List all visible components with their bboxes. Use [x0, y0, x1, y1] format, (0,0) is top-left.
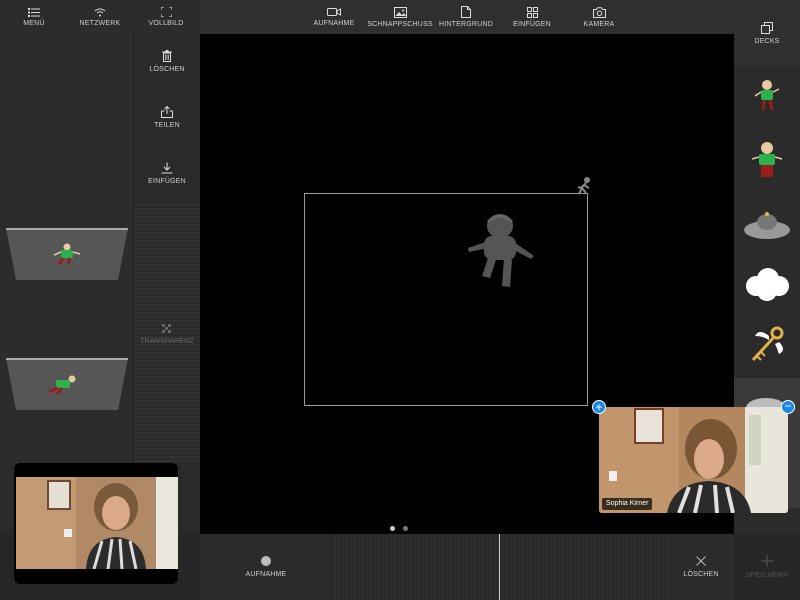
download-icon	[161, 162, 173, 174]
save-button[interactable]: SPEICHERN	[734, 534, 800, 600]
record-bottom-label: AUFNAHME	[245, 571, 287, 578]
camera-label: KAMERA	[583, 20, 615, 28]
timeline-playhead[interactable]	[499, 534, 500, 600]
character-sprite	[751, 142, 783, 177]
insert-left-button[interactable]: EINFÜGEN	[134, 162, 200, 185]
scene-thumbnail[interactable]	[6, 358, 128, 410]
grid-icon	[526, 6, 538, 18]
save-label: SPEICHERN	[745, 572, 789, 579]
transparency-button[interactable]: TRANSPARENZ	[134, 324, 200, 345]
delete-button[interactable]: LÖSCHEN	[134, 50, 200, 73]
ufo-sprite	[744, 212, 790, 239]
camera-button[interactable]: KAMERA	[576, 0, 622, 34]
stage-frame[interactable]	[304, 193, 588, 406]
transparency-label: TRANSPARENZ	[140, 338, 194, 345]
delete-bottom-label: LÖSCHEN	[683, 571, 719, 578]
decks-icon	[761, 21, 773, 34]
checker-icon	[162, 324, 171, 333]
trash-icon	[162, 50, 172, 62]
cloud-sprite	[746, 268, 789, 301]
deck-item-character-1[interactable]	[738, 72, 796, 120]
share-label: TEILEN	[154, 122, 180, 129]
snapshot-button[interactable]: SCHNAPPSCHUSS	[366, 0, 434, 34]
expand-video-button[interactable]: +	[592, 400, 606, 414]
remote-video[interactable]: Sophia Kirner	[599, 407, 788, 513]
document-icon	[461, 6, 471, 18]
share-icon	[161, 106, 173, 118]
participant-name: Sophia Kirner	[602, 498, 653, 510]
record-toolbar-label: AUFNAHME	[313, 20, 355, 27]
camera-icon	[592, 6, 606, 18]
deck-item-ufo[interactable]	[738, 200, 796, 248]
page-dot-active[interactable]	[390, 526, 395, 531]
self-video-image	[16, 477, 178, 569]
insert-toolbar-button[interactable]: EINFÜGEN	[508, 0, 556, 34]
wifi-icon	[94, 8, 106, 16]
figure-icon[interactable]	[574, 176, 594, 196]
fullscreen-icon	[160, 7, 172, 17]
deck-item-character-2[interactable]	[738, 136, 796, 184]
scene-thumbnail-image	[6, 228, 128, 280]
decks-label: DECKS	[754, 37, 780, 45]
delete-label: LÖSCHEN	[149, 66, 185, 73]
plus-icon: +	[595, 400, 603, 414]
menu-button[interactable]: MENÜ	[8, 0, 60, 34]
share-button[interactable]: TEILEN	[134, 106, 200, 129]
close-x-icon	[696, 556, 706, 566]
scene-thumbnail-image	[6, 358, 128, 410]
fullscreen-button[interactable]: VOLLBILD	[140, 0, 192, 34]
menu-label: MENÜ	[23, 19, 45, 27]
page-dot[interactable]	[403, 526, 408, 531]
record-dot-icon	[261, 556, 271, 566]
plus-icon	[761, 555, 773, 567]
background-button[interactable]: HINTERGRUND	[438, 0, 494, 34]
fullscreen-label: VOLLBILD	[148, 20, 184, 27]
record-toolbar-button[interactable]: AUFNAHME	[306, 0, 362, 34]
insert-toolbar-label: EINFÜGEN	[513, 20, 551, 28]
insert-left-label: EINFÜGEN	[148, 178, 186, 185]
winged-key-sprite	[751, 326, 784, 362]
background-label: HINTERGRUND	[439, 21, 493, 28]
deck-item-cloud[interactable]	[738, 260, 796, 308]
delete-bottom-button[interactable]: LÖSCHEN	[668, 534, 734, 600]
network-label: NETZWERK	[79, 19, 121, 27]
minimize-video-button[interactable]: −	[781, 400, 795, 414]
decks-button[interactable]: DECKS	[734, 0, 800, 66]
deck-item-key[interactable]	[738, 320, 796, 368]
self-video	[16, 477, 178, 569]
video-camera-icon	[327, 8, 341, 16]
record-bottom-button[interactable]: AUFNAHME	[200, 534, 332, 600]
network-button[interactable]: NETZWERK	[74, 0, 126, 34]
top-toolbar: MENÜ NETZWERK VOLLBILD AUFNAHME SCHNAPPS…	[0, 0, 800, 34]
character-sprite	[754, 80, 780, 111]
menu-icon	[28, 7, 40, 17]
minus-icon: −	[784, 399, 792, 413]
timeline[interactable]	[332, 534, 668, 600]
image-icon	[393, 6, 407, 18]
character-silhouette[interactable]	[464, 212, 538, 292]
scene-thumbnail[interactable]	[6, 228, 128, 280]
snapshot-label: SCHNAPPSCHUSS	[367, 20, 433, 28]
